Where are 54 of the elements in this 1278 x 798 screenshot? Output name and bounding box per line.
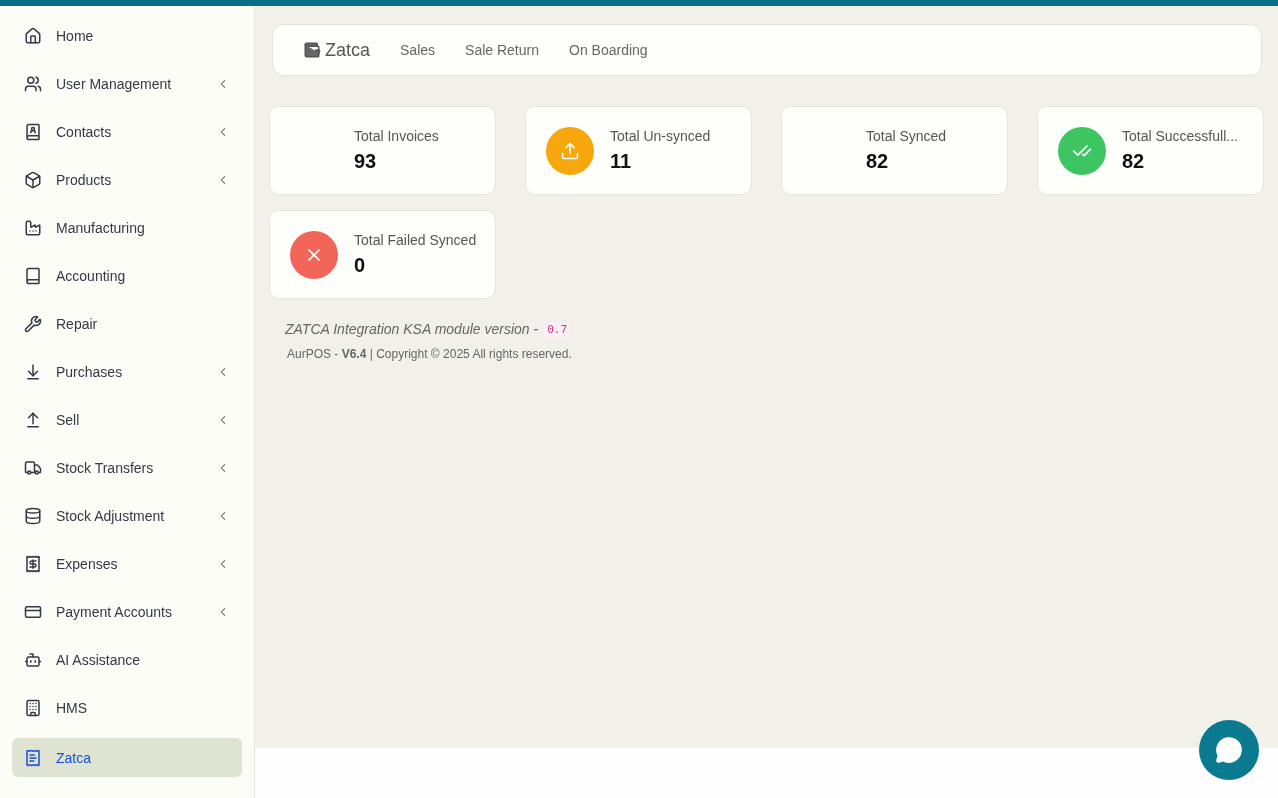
sidebar-item[interactable]: Products	[12, 156, 242, 204]
receipt-icon	[24, 555, 42, 573]
sidebar-item[interactable]: Sell	[12, 396, 242, 444]
stat-value: 82	[1122, 150, 1146, 173]
sidebar-item[interactable]: Accounting	[12, 252, 242, 300]
upload-icon	[24, 411, 42, 429]
truck-icon	[24, 459, 42, 477]
factory-icon	[24, 219, 42, 237]
chat-button[interactable]	[1199, 720, 1259, 780]
stat-label: Total Successfull...	[1122, 128, 1238, 144]
download-icon	[24, 363, 42, 381]
stat-label: Total Synced	[866, 128, 947, 144]
stat-label: Total Failed Synced	[354, 232, 477, 248]
sidebar-item[interactable]: Payment Accounts	[12, 588, 242, 636]
stat-label: Total Un-synced	[610, 128, 711, 144]
sidebar-item[interactable]: HMS	[12, 684, 242, 732]
sidebar-item[interactable]: Stock Adjustment	[12, 492, 242, 540]
robot-icon	[24, 651, 42, 669]
sidebar-item[interactable]: Expenses	[12, 540, 242, 588]
wallet-icon	[303, 41, 321, 59]
wrench-icon	[24, 315, 42, 333]
box-icon	[24, 171, 42, 189]
stat-value: 0	[354, 254, 367, 277]
stat-label: Total Invoices	[354, 128, 439, 144]
credit-card-icon	[24, 603, 42, 621]
contact-book-icon	[24, 123, 42, 141]
database-icon	[24, 507, 42, 525]
home-icon	[24, 27, 42, 45]
version-number: 0.7	[544, 321, 571, 337]
nav-link[interactable]: On Boarding	[569, 42, 648, 58]
nav-link[interactable]: Sales	[400, 42, 436, 58]
sidebar-item[interactable]: Purchases	[12, 348, 242, 396]
receipt-icon	[24, 748, 42, 767]
sidebar-item[interactable]: Stock Transfers	[12, 444, 242, 492]
sidebar-item[interactable]: Home	[12, 12, 242, 60]
upload-icon	[560, 140, 580, 161]
users-icon	[24, 75, 42, 93]
sidebar-item[interactable]: Manufacturing	[12, 204, 242, 252]
nav-link[interactable]: Sale Return	[465, 42, 539, 58]
building-icon	[24, 699, 42, 717]
version-text: ZATCA Integration KSA module version -	[285, 321, 539, 337]
stat-value: 82	[866, 150, 890, 173]
sidebar-item[interactable]: AI Assistance	[12, 636, 242, 684]
sidebar-item[interactable]: Zatca	[12, 738, 242, 777]
nav-title: Zatca	[325, 39, 371, 61]
copyright-text: AurPOS - V6.4 | Copyright © 2025 All rights reserved.	[287, 347, 573, 361]
stat-value: 11	[610, 150, 633, 173]
chat-bubble-icon	[1215, 736, 1243, 764]
stat-value: 93	[354, 150, 378, 173]
sidebar-item[interactable]: Repair	[12, 300, 242, 348]
sidebar-item[interactable]: User Management	[12, 60, 242, 108]
book-icon	[24, 267, 42, 285]
sidebar-item[interactable]: Contacts	[12, 108, 242, 156]
nav-brand[interactable]: Zatca	[303, 39, 371, 61]
